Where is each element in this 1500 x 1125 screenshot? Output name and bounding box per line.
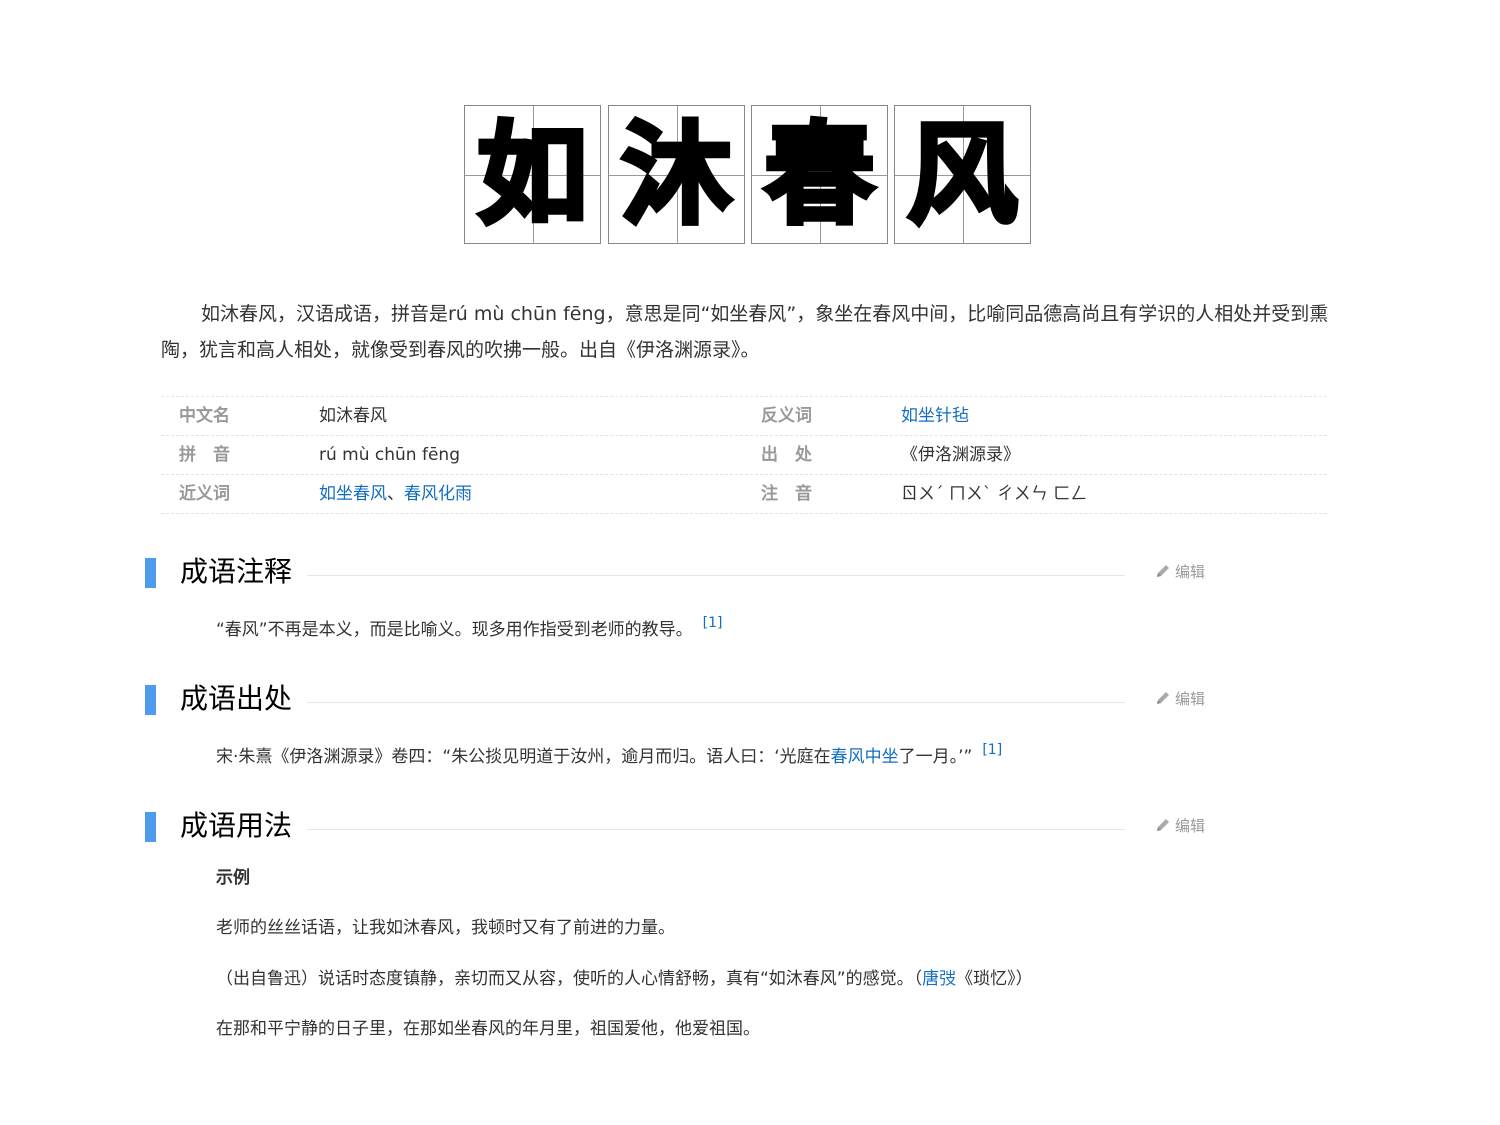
synonym-separator: 、 — [387, 484, 404, 504]
info-key-antonym: 反义词 — [761, 406, 812, 426]
section-divider — [307, 575, 1125, 576]
explanation-text: “春风”不再是本义，而是比喻义。现多用作指受到老师的教导。 [1] — [216, 608, 722, 645]
edit-button[interactable]: 编辑 — [1155, 560, 1205, 584]
section-heading-usage: 成语用法 编辑 — [145, 809, 1210, 846]
title-char: 如 — [475, 109, 590, 239]
inline-term-link[interactable]: 春风中坐 — [831, 747, 899, 767]
section-divider — [307, 829, 1125, 830]
info-key-pinyin: 拼 音 — [179, 445, 230, 465]
info-row: 拼 音 rú mù chūn fēng 出 处 《伊洛渊源录》 — [161, 436, 1327, 475]
pencil-icon — [1157, 819, 1169, 831]
title-char-cell: 风 — [894, 105, 1031, 244]
reference-link[interactable]: [1] — [703, 615, 723, 631]
synonym-link[interactable]: 春风化雨 — [404, 484, 472, 504]
info-value-source: 《伊洛渊源录》 — [901, 445, 1020, 465]
author-link[interactable]: 唐弢 — [922, 969, 956, 989]
intro-summary: 如沐春风，汉语成语，拼音是rú mù chūn fēng，意思是同“如坐春风”，… — [161, 303, 1329, 361]
origin-text: 宋·朱熹《伊洛渊源录》卷四：“朱公掞见明道于汝州，逾月而归。语人曰：‘光庭在春风… — [216, 735, 1002, 772]
pencil-icon — [1157, 692, 1169, 704]
example-sentence: （出自鲁迅）说话时态度镇静，亲切而又从容，使听的人心情舒畅，真有“如沐春风”的感… — [216, 964, 1033, 994]
title-char: 风 — [905, 109, 1020, 239]
info-row: 近义词 如坐春风、春风化雨 注 音 ㄖㄨˊ ㄇㄨˋ ㄔㄨㄣ ㄈㄥ — [161, 475, 1327, 514]
info-key-synonym: 近义词 — [179, 484, 230, 504]
title-char-cell: 春 — [751, 105, 888, 244]
edit-label: 编辑 — [1175, 817, 1206, 835]
section-divider — [307, 702, 1125, 703]
info-value-chinese-name: 如沐春风 — [319, 406, 387, 426]
origin-quote-start: 宋·朱熹《伊洛渊源录》卷四：“朱公掞见明道于汝州，逾月而归。语人曰：‘光庭在 — [216, 747, 831, 767]
section-accent-bar — [145, 558, 156, 588]
title-char: 春 — [762, 109, 877, 239]
title-char-cell: 如 — [464, 105, 601, 244]
synonym-link[interactable]: 如坐春风 — [319, 484, 387, 504]
edit-button[interactable]: 编辑 — [1155, 814, 1205, 838]
section-title: 成语注释 — [180, 555, 293, 588]
info-value-zhuyin: ㄖㄨˊ ㄇㄨˋ ㄔㄨㄣ ㄈㄥ — [901, 484, 1088, 504]
info-key-source: 出 处 — [761, 445, 812, 465]
section-heading-explanation: 成语注释 编辑 — [145, 555, 1210, 592]
title-char-cell: 沐 — [608, 105, 745, 244]
section-accent-bar — [145, 812, 156, 842]
examples-subheading: 示例 — [216, 868, 250, 888]
origin-quote-end: 了一月。’” — [898, 747, 973, 767]
edit-button[interactable]: 编辑 — [1155, 687, 1205, 711]
pencil-icon — [1157, 565, 1169, 577]
section-title: 成语出处 — [180, 682, 293, 715]
section-accent-bar — [145, 685, 156, 715]
example-sentence: 老师的丝丝话语，让我如沐春风，我顿时又有了前进的力量。 — [216, 918, 675, 938]
section-heading-origin: 成语出处 编辑 — [145, 682, 1210, 719]
edit-label: 编辑 — [1175, 563, 1206, 581]
basic-info-table: 中文名 如沐春风 反义词 如坐针毡 拼 音 rú mù chūn fēng 出 … — [161, 396, 1327, 514]
edit-label: 编辑 — [1175, 690, 1206, 708]
info-value-synonyms: 如坐春风、春风化雨 — [319, 475, 472, 513]
title-char: 沐 — [619, 109, 734, 239]
info-row: 中文名 如沐春风 反义词 如坐针毡 — [161, 397, 1327, 436]
reference-link[interactable]: [1] — [982, 742, 1002, 758]
info-key-zhuyin: 注 音 — [761, 484, 812, 504]
example-sentence: 在那和平宁静的日子里，在那如坐春风的年月里，祖国爱他，他爱祖国。 — [216, 1019, 760, 1039]
example-text-start: （出自鲁迅）说话时态度镇静，亲切而又从容，使听的人心情舒畅，真有“如沐春风”的感… — [216, 969, 923, 989]
info-value-pinyin: rú mù chūn fēng — [319, 445, 460, 465]
idiom-title-image: 如 沐 春 风 — [464, 105, 1034, 246]
explanation-body: “春风”不再是本义，而是比喻义。现多用作指受到老师的教导。 — [216, 620, 693, 640]
info-key-chinese-name: 中文名 — [179, 406, 230, 426]
example-text-end: 《琐忆》） — [956, 969, 1033, 989]
antonym-link[interactable]: 如坐针毡 — [901, 406, 969, 426]
section-title: 成语用法 — [180, 809, 293, 842]
